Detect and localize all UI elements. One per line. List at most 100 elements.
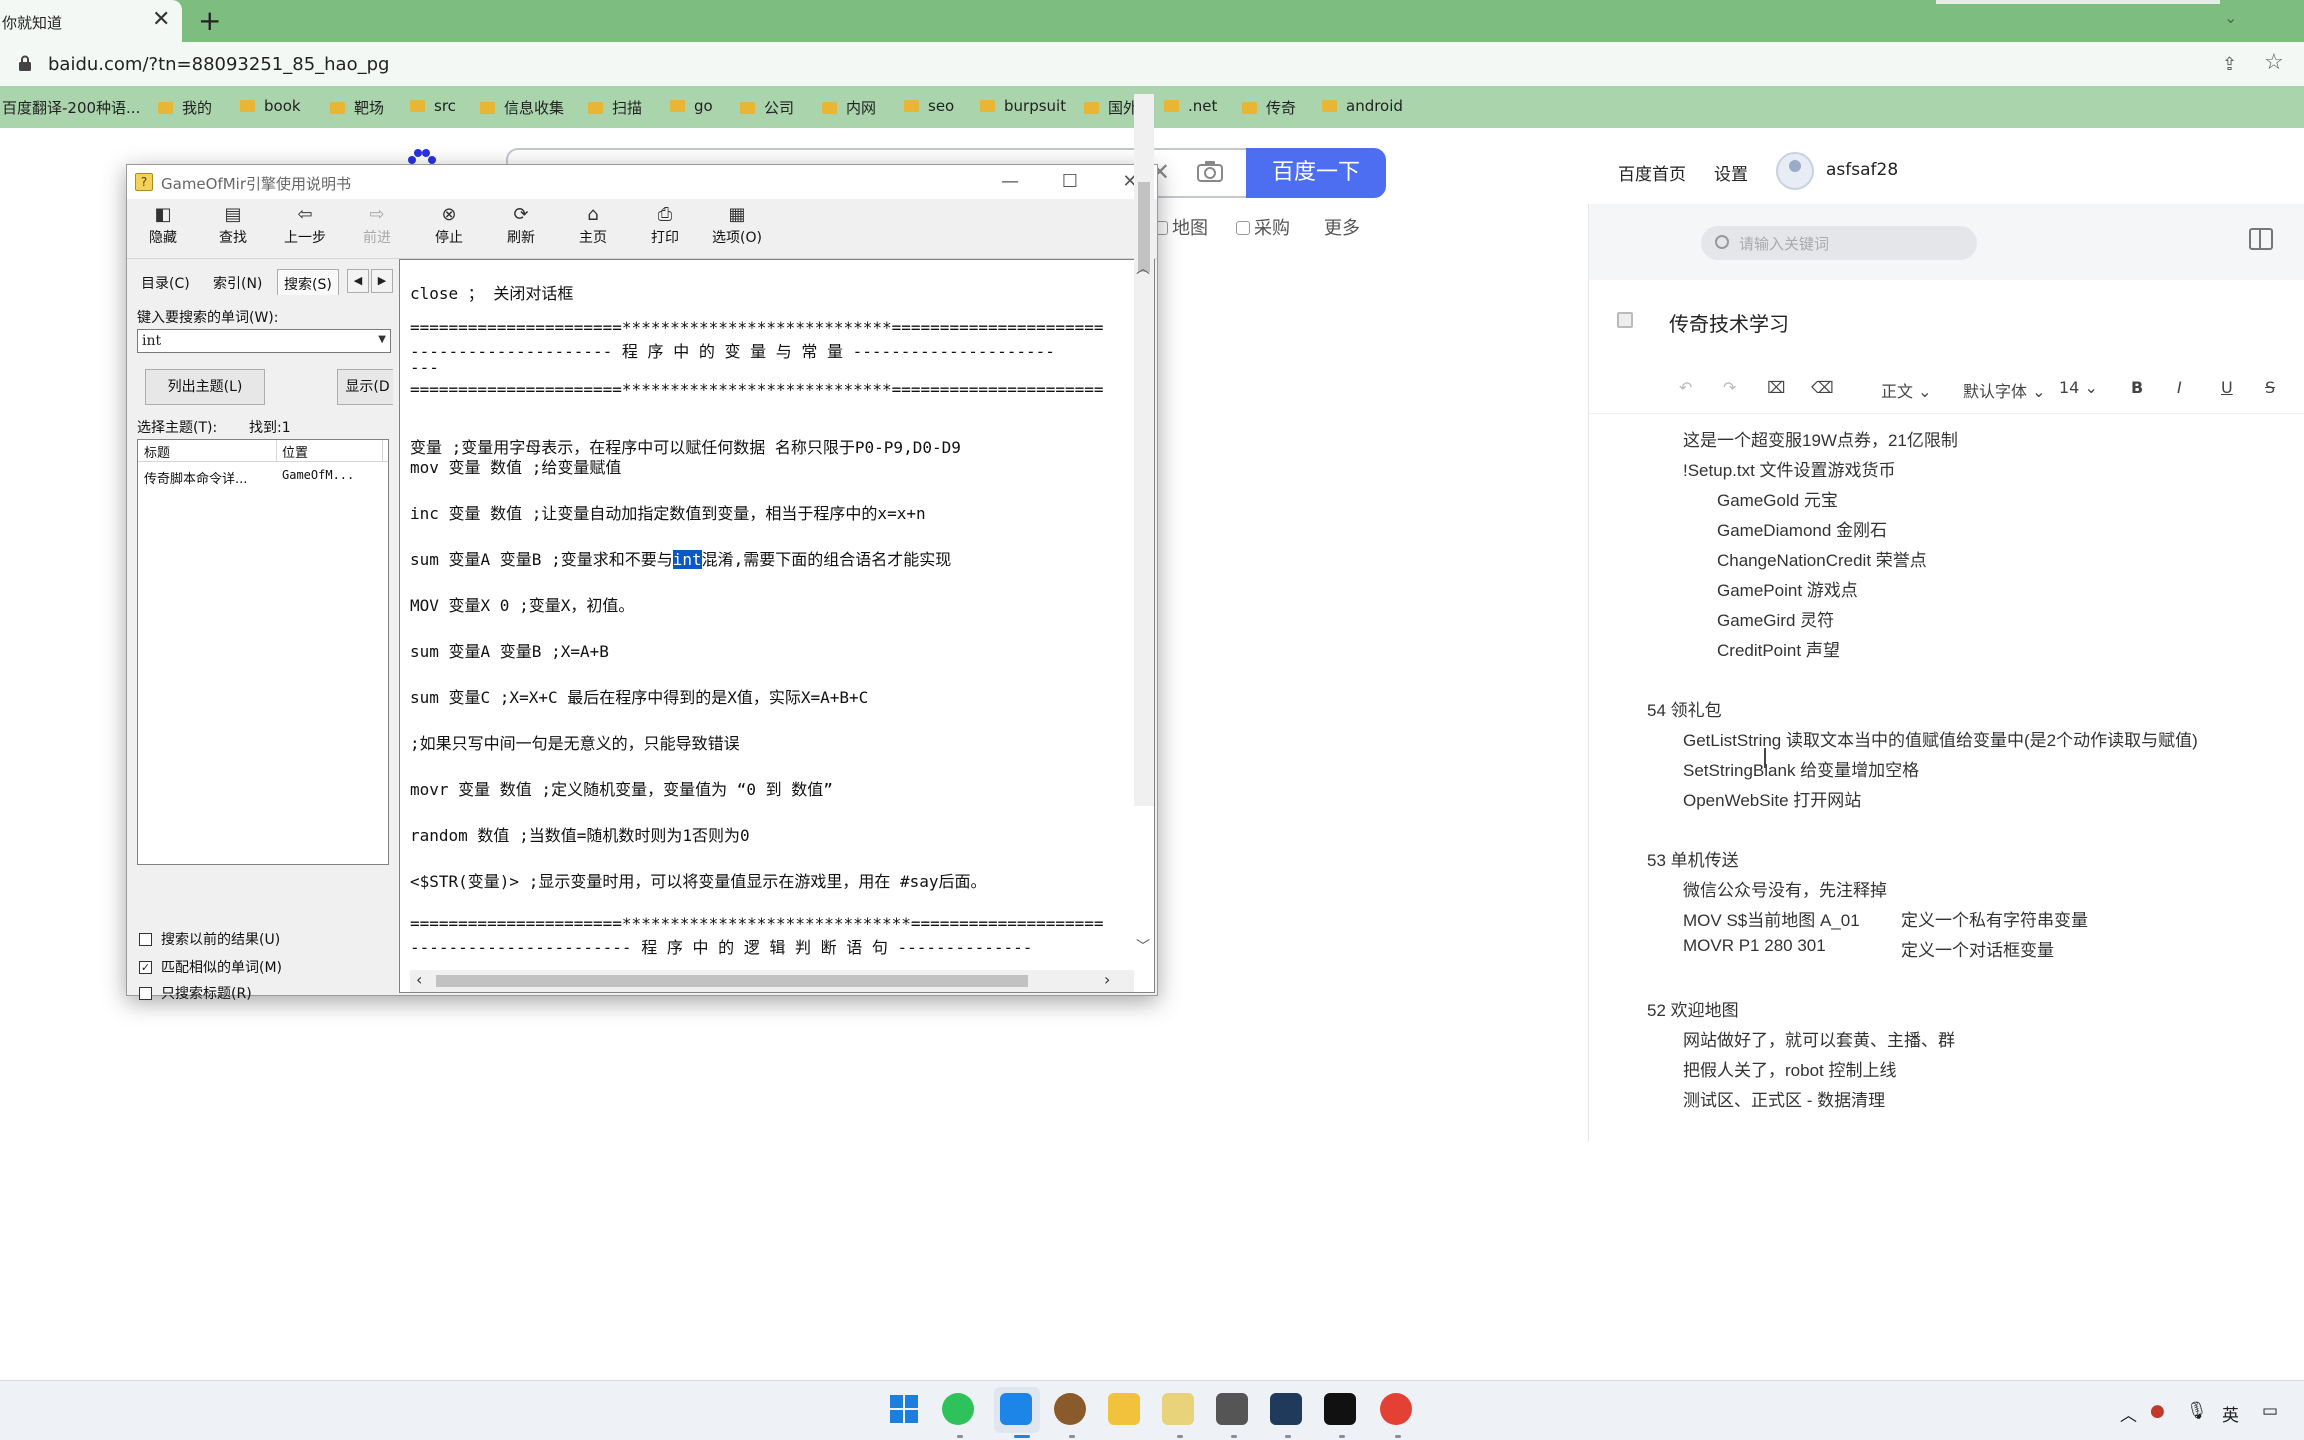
strikethrough-button[interactable]: S	[2265, 378, 2275, 397]
redo-icon[interactable]: ↷	[1723, 378, 1736, 397]
user-avatar[interactable]	[1776, 152, 1814, 190]
tab-scroll-right-icon[interactable]: ▶	[371, 269, 393, 293]
nav-purchase-link[interactable]: 采购	[1236, 214, 1290, 240]
font-size-select[interactable]: 14 ⌄	[2059, 378, 2098, 397]
network-icon[interactable]: ▭	[2262, 1401, 2278, 1421]
nav-more-link[interactable]: 更多	[1324, 214, 1360, 240]
tab-scroll-left-icon[interactable]: ◀	[347, 269, 369, 293]
game-app-icon[interactable]	[1054, 1393, 1086, 1425]
notes-app-icon[interactable]	[1000, 1393, 1032, 1425]
stop-button[interactable]: ⊗ 停止	[417, 203, 481, 255]
bold-button[interactable]: B	[2131, 378, 2143, 397]
home-button[interactable]: ⌂ 主页	[561, 203, 625, 255]
new-tab-button[interactable]: +	[198, 4, 221, 37]
baidu-search-button[interactable]: 百度一下	[1246, 148, 1386, 198]
bookmark-item[interactable]: 百度翻译-200种语...	[2, 97, 140, 118]
result-title[interactable]: 传奇脚本命令详...	[144, 468, 247, 487]
help-titlebar[interactable]: ? GameOfMir引擎使用说明书 — ☐ ✕	[127, 165, 1157, 199]
bookmark-folder[interactable]: .net	[1164, 97, 1217, 115]
video-app-icon[interactable]	[1324, 1393, 1356, 1425]
list-topics-button[interactable]: 列出主题(L)	[145, 369, 265, 405]
search-word-combobox[interactable]: int ▼	[137, 329, 391, 353]
match-similar-checkbox[interactable]: ✓	[139, 961, 152, 974]
help-content-pane[interactable]: close ； 关闭对话框 ======================****…	[399, 259, 1155, 993]
undo-icon[interactable]: ↶	[1679, 378, 1692, 397]
scroll-down-icon[interactable]: ﹀	[1136, 936, 1150, 956]
url-field[interactable]: baidu.com/?tn=88093251_85_hao_pg	[48, 54, 389, 75]
input-language-indicator[interactable]: 英	[2222, 1401, 2239, 1426]
hide-button[interactable]: ◧ 隐藏	[131, 203, 195, 255]
checkbox-label[interactable]: 搜索以前的结果(U)	[161, 929, 280, 949]
bookmark-folder[interactable]: seo	[904, 97, 954, 115]
bookmark-folder[interactable]: android	[1322, 97, 1403, 115]
back-button[interactable]: ⇦ 上一步	[273, 203, 337, 255]
column-divider[interactable]	[276, 440, 277, 462]
bookmark-folder[interactable]: 扫描	[588, 97, 642, 118]
paragraph-style-select[interactable]: 正文 ⌄	[1881, 378, 1932, 402]
bookmark-folder[interactable]: 公司	[740, 97, 794, 118]
camera-icon[interactable]	[1196, 159, 1224, 183]
tab-search[interactable]: 搜索(S)	[277, 269, 339, 295]
chevron-down-icon[interactable]: ▼	[378, 334, 386, 345]
bookmark-folder[interactable]: 靶场	[330, 97, 384, 118]
format-painter-icon[interactable]: ⌧	[1767, 378, 1785, 397]
underline-button[interactable]: U	[2221, 378, 2233, 397]
microphone-icon[interactable]: 🎙	[2186, 1401, 2208, 1421]
print-button[interactable]: ⎙ 打印	[633, 203, 697, 255]
search-previous-checkbox[interactable]	[139, 933, 152, 946]
windows-start-icon[interactable]	[888, 1393, 920, 1425]
bookmark-folder[interactable]: 内网	[822, 97, 876, 118]
minimize-button[interactable]: —	[987, 167, 1033, 197]
bookmark-folder[interactable]: burpsuit	[980, 97, 1066, 115]
tab-index[interactable]: 索引(N)	[207, 269, 268, 295]
bookmark-star-icon[interactable]: ☆	[2264, 50, 2284, 75]
tab-contents[interactable]: 目录(C)	[135, 269, 196, 295]
tab-search-icon[interactable]: ⌄	[2224, 8, 2237, 27]
editor-app-icon[interactable]	[1216, 1393, 1248, 1425]
bookmark-folder[interactable]: src	[410, 97, 456, 115]
find-button[interactable]: ▤ 查找	[201, 203, 265, 255]
bookmark-folder[interactable]: 国外	[1084, 97, 1138, 118]
column-title[interactable]: 标题	[144, 442, 170, 461]
bookmark-folder[interactable]: 信息收集	[480, 97, 564, 118]
scrollbar-thumb[interactable]	[436, 975, 1028, 987]
column-divider[interactable]	[382, 440, 383, 462]
share-icon[interactable]: ⇪	[2222, 54, 2237, 75]
scroll-right-icon[interactable]: ›	[1104, 970, 1110, 989]
content-horizontal-scrollbar[interactable]	[410, 970, 1134, 992]
note-content[interactable]: 这是一个超变服19W点券，21亿限制 !Setup.txt 文件设置游戏货币 G…	[1589, 414, 2304, 1142]
bookmark-folder[interactable]: go	[670, 97, 713, 115]
eraser-icon[interactable]: ⌫	[1811, 378, 1834, 397]
titles-only-checkbox[interactable]	[139, 987, 152, 1000]
refresh-button[interactable]: ⟳ 刷新	[489, 203, 553, 255]
terminal-app-icon[interactable]	[1270, 1393, 1302, 1425]
wechat-icon[interactable]	[942, 1393, 974, 1425]
scroll-up-icon[interactable]: ︿	[1136, 258, 1150, 278]
tray-overflow-icon[interactable]: ︿	[2120, 1401, 2137, 1426]
content-vertical-scrollbar[interactable]	[1134, 94, 1154, 806]
italic-button[interactable]: I	[2177, 378, 2182, 397]
close-tab-icon[interactable]: ✕	[152, 7, 170, 32]
scroll-left-icon[interactable]: ‹	[416, 970, 422, 989]
display-button[interactable]: 显示(D	[337, 369, 397, 405]
note-search-input[interactable]: 请输入关键词	[1701, 226, 1977, 260]
username[interactable]: asfsaf28	[1826, 160, 1898, 180]
options-button[interactable]: ▦ 选项(O)	[705, 203, 769, 255]
checkbox-label[interactable]: 只搜索标题(R)	[161, 983, 252, 1003]
browser-tab[interactable]: 你就知道 ✕	[0, 0, 182, 42]
maximize-button[interactable]: ☐	[1047, 167, 1093, 197]
split-view-icon[interactable]	[2249, 228, 2273, 250]
topics-list[interactable]: 标题 位置 传奇脚本命令详... GameOfM...	[137, 439, 389, 865]
settings-link[interactable]: 设置	[1714, 160, 1748, 185]
note-title[interactable]: 传奇技术学习	[1669, 308, 1789, 337]
result-location[interactable]: GameOfM...	[282, 468, 354, 482]
baidu-home-link[interactable]: 百度首页	[1618, 160, 1686, 185]
font-select[interactable]: 默认字体 ⌄	[1963, 378, 2046, 402]
site-info-icon[interactable]	[18, 55, 32, 72]
nav-map-link[interactable]: 地图	[1154, 214, 1208, 240]
checkbox-label[interactable]: 匹配相似的单词(M)	[161, 957, 282, 977]
file-explorer-icon[interactable]	[1108, 1393, 1140, 1425]
tray-app-icon[interactable]: ●	[2150, 1401, 2165, 1421]
notepad-icon[interactable]	[1162, 1393, 1194, 1425]
column-location[interactable]: 位置	[282, 442, 308, 461]
